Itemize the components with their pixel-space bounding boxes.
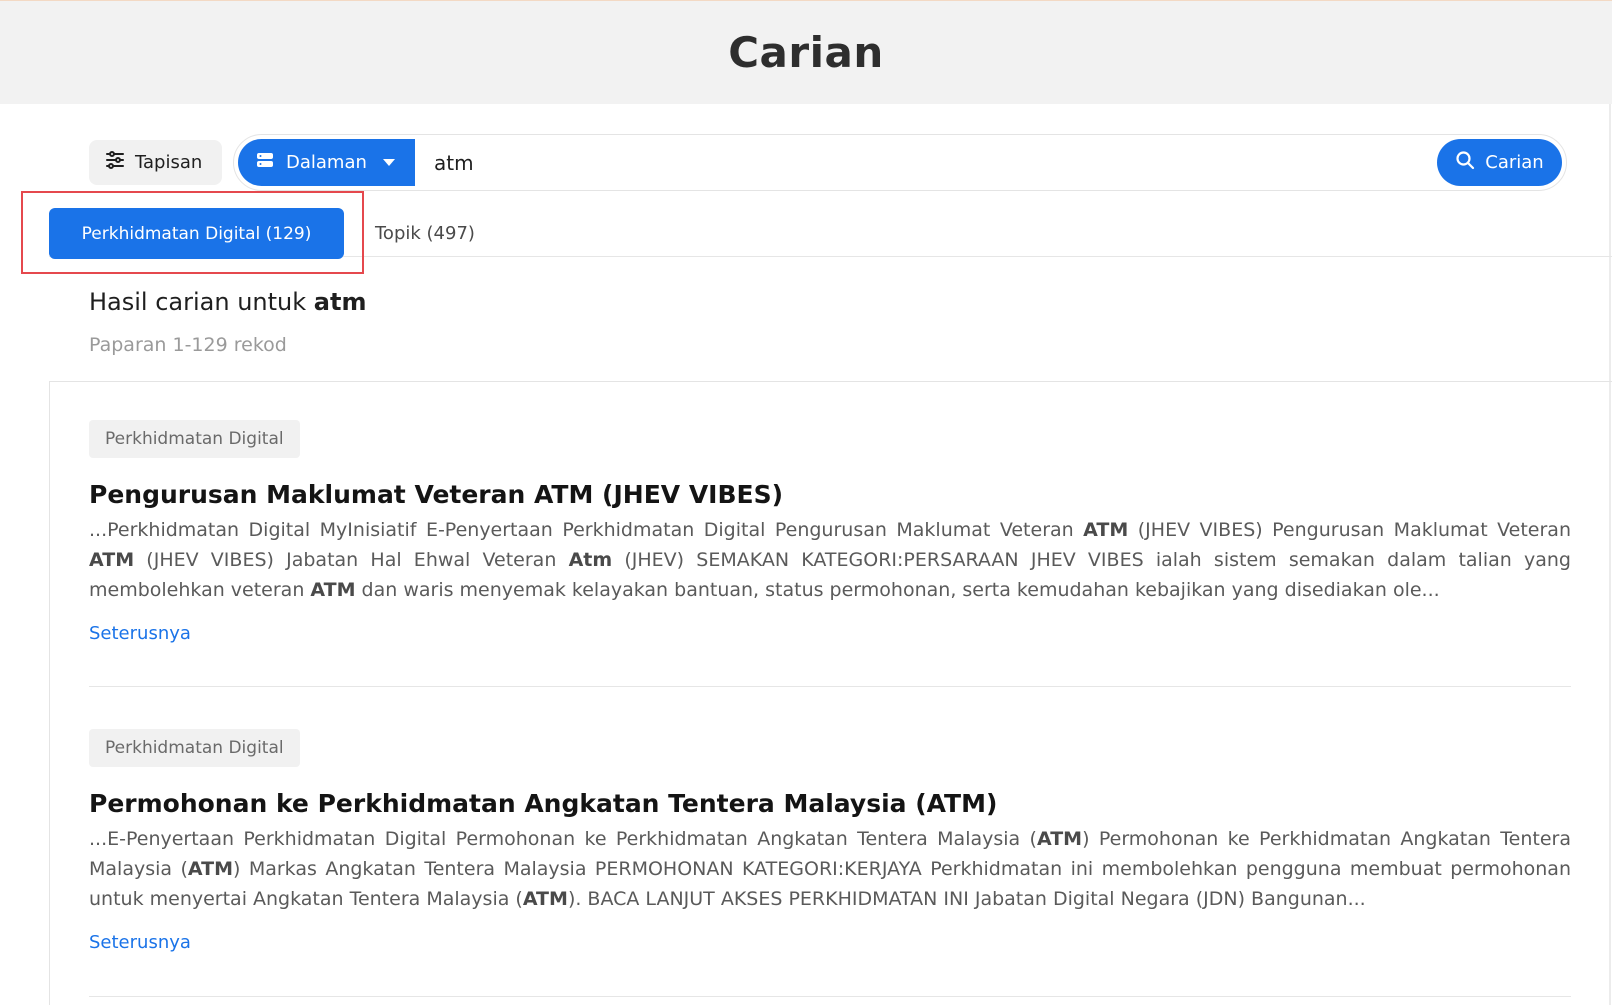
results-count: Paparan 1-129 rekod	[89, 334, 287, 356]
search-bar: Dalaman Carian	[233, 134, 1567, 191]
snippet-text: ). BACA LANJUT AKSES PERKHIDMATAN INI Ja…	[567, 888, 1366, 910]
sliders-icon	[105, 150, 125, 175]
snippet-keyword: Atm	[568, 549, 613, 571]
result-item: Perkhidmatan Digital Pengurusan Maklumat…	[89, 420, 1571, 644]
read-more-link[interactable]: Seterusnya	[89, 623, 191, 644]
result-title[interactable]: Permohonan ke Perkhidmatan Angkatan Tent…	[89, 789, 1571, 818]
result-divider	[89, 686, 1571, 687]
snippet-keyword: ATM	[1083, 519, 1129, 541]
result-item: Perkhidmatan Digital Permohonan ke Perkh…	[89, 729, 1571, 953]
server-icon	[256, 151, 274, 174]
result-snippet: ...E-Penyertaan Perkhidmatan Digital Per…	[89, 824, 1571, 914]
category-badge: Perkhidmatan Digital	[89, 729, 300, 767]
snippet-keyword: ATM	[522, 888, 568, 910]
snippet-text: ...E-Penyertaan Perkhidmatan Digital Per…	[89, 828, 1037, 850]
snippet-text: dan waris menyemak kelayakan bantuan, st…	[355, 579, 1440, 601]
snippet-text: (JHEV VIBES) Pengurusan Maklumat Veteran	[1128, 519, 1571, 541]
caret-down-icon	[382, 159, 395, 166]
snippet-keyword: ATM	[310, 579, 356, 601]
category-badge: Perkhidmatan Digital	[89, 420, 300, 458]
filter-button-label: Tapisan	[135, 152, 203, 173]
filter-button[interactable]: Tapisan	[89, 140, 222, 185]
tab-topik[interactable]: Topik (497)	[375, 218, 475, 248]
snippet-keyword: ATM	[89, 549, 135, 571]
result-title[interactable]: Pengurusan Maklumat Veteran ATM (JHEV VI…	[89, 480, 1571, 509]
scope-dropdown[interactable]: Dalaman	[238, 139, 415, 186]
search-page: Carian Tapisan Dalaman atm Carian Perkhi…	[0, 0, 1612, 1005]
snippet-text: (JHEV VIBES) Jabatan Hal Ehwal Veteran	[134, 549, 569, 571]
read-more-link[interactable]: Seterusnya	[89, 932, 191, 953]
snippet-keyword: ATM	[1036, 828, 1083, 850]
result-divider	[89, 996, 1571, 997]
scope-dropdown-label: Dalaman	[286, 152, 367, 173]
search-input[interactable]	[434, 139, 1334, 186]
snippet-text: ...Perkhidmatan Digital MyInisiatif E-Pe…	[89, 519, 1084, 541]
results-heading-term: atm	[313, 288, 367, 316]
tab-perkhidmatan-digital[interactable]: Perkhidmatan Digital (129)	[49, 208, 344, 259]
snippet-keyword: ATM	[187, 858, 233, 880]
page-header: Carian	[0, 0, 1612, 104]
results-heading-prefix: Hasil carian untuk	[89, 288, 307, 316]
page-title: Carian	[728, 28, 884, 77]
search-button[interactable]: Carian	[1437, 139, 1562, 186]
result-snippet: ...Perkhidmatan Digital MyInisiatif E-Pe…	[89, 515, 1571, 605]
search-button-label: Carian	[1485, 152, 1544, 173]
results-heading: Hasil carian untuk atm	[89, 288, 366, 316]
magnifier-icon	[1455, 150, 1475, 175]
